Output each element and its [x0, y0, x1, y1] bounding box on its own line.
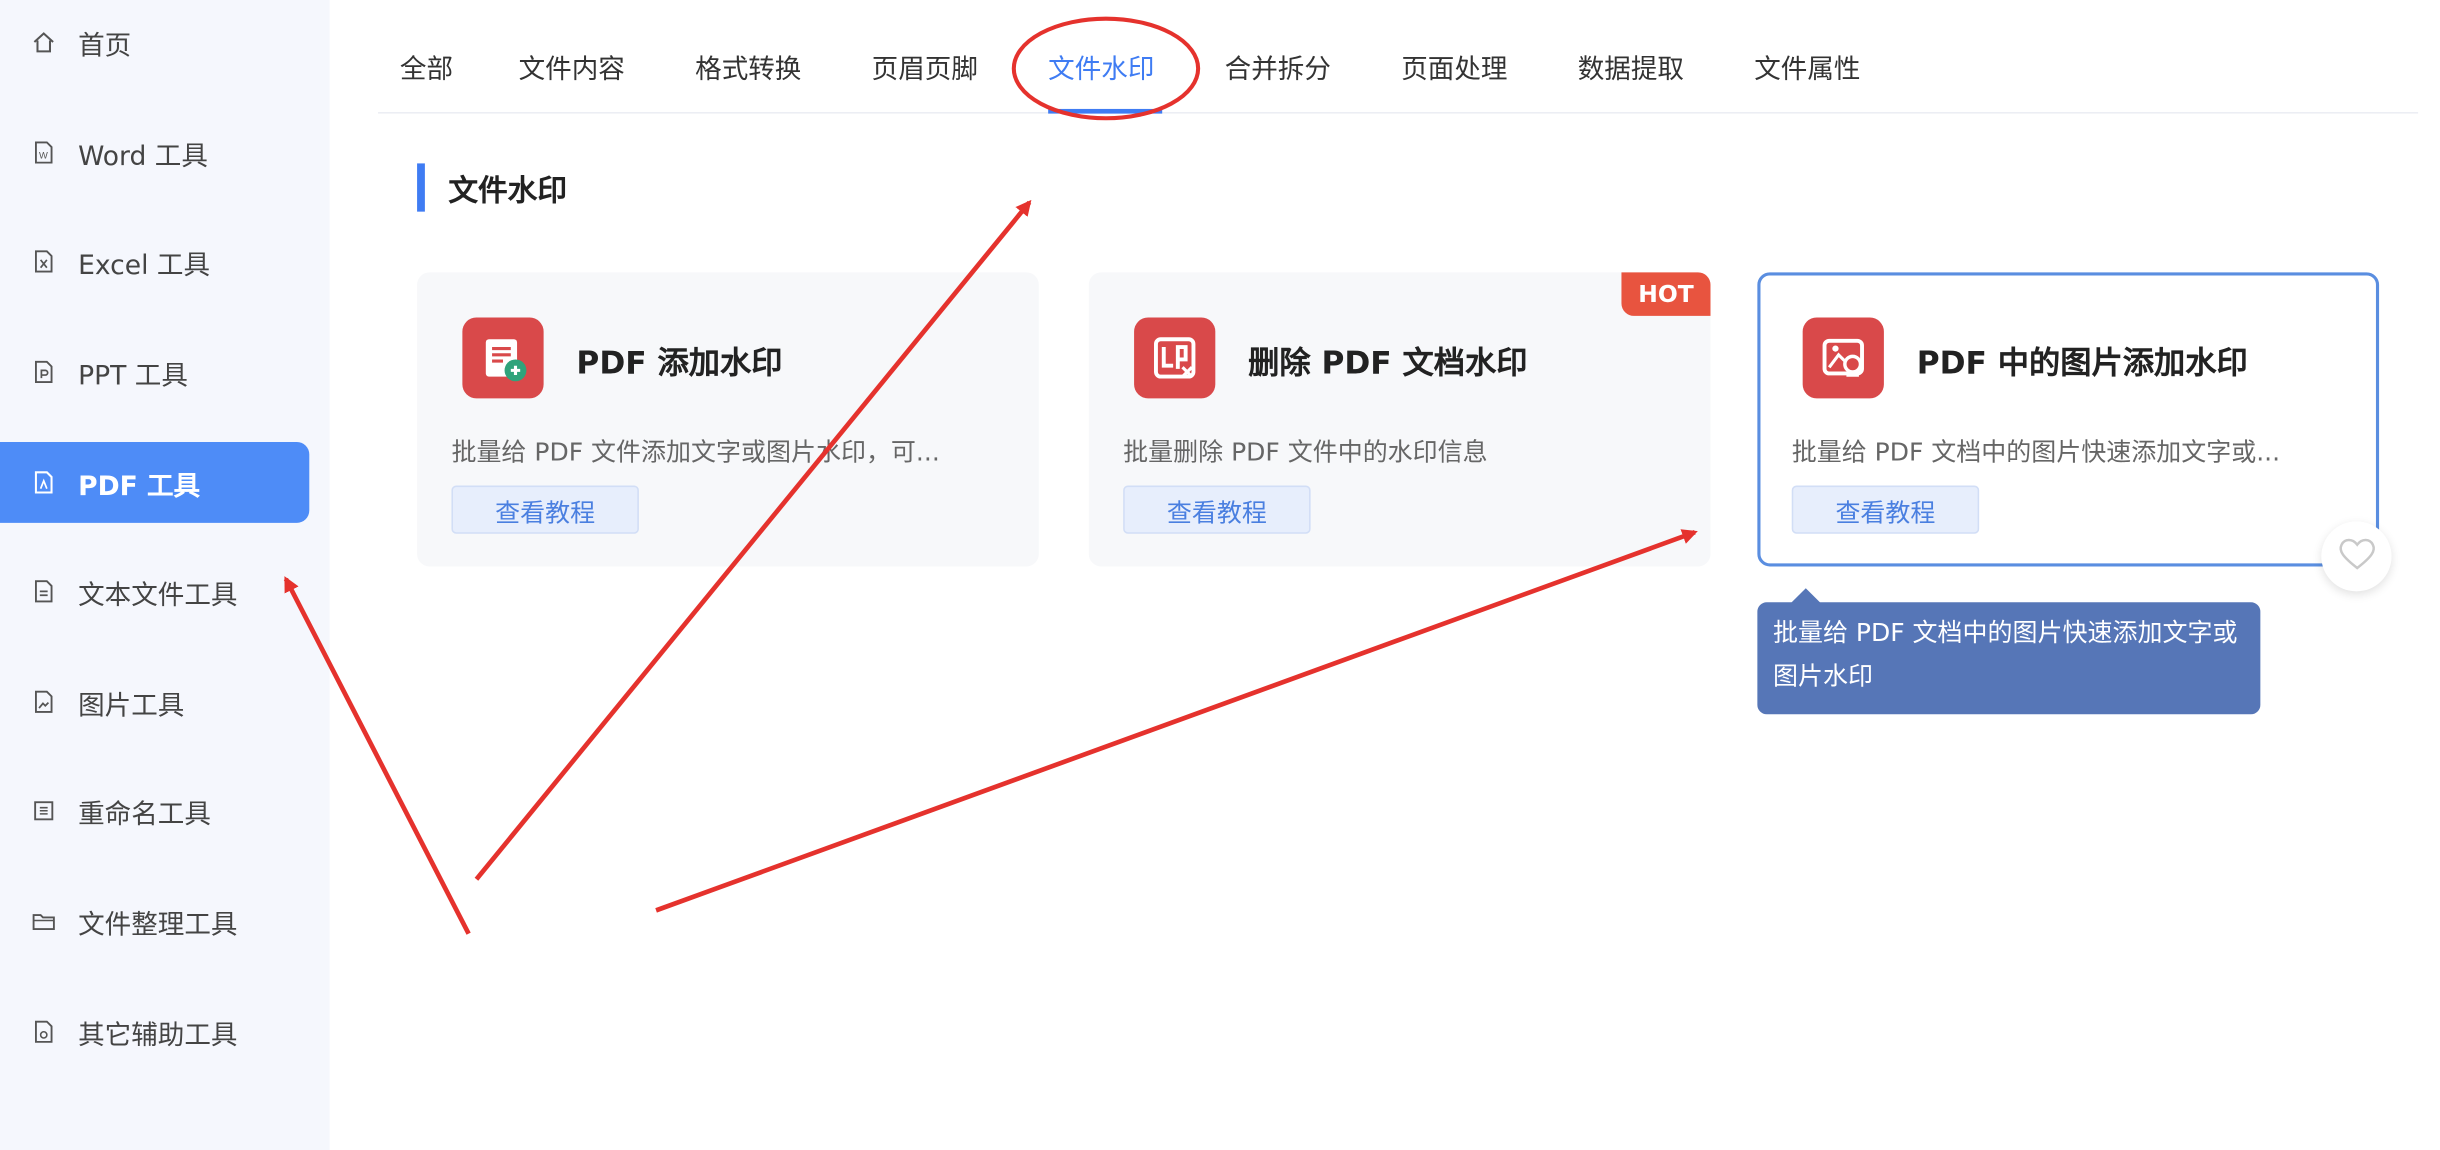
active-tab-underline — [1048, 108, 1163, 114]
sidebar-item-label: PPT 工具 — [78, 360, 188, 392]
tab-format-convert[interactable]: 格式转换 — [695, 47, 801, 85]
sidebar-item-label: PDF 工具 — [78, 470, 201, 502]
annotation-overlay — [283, 16, 1698, 935]
tab-page-process[interactable]: 页面处理 — [1401, 47, 1507, 85]
tool-card-pdf-add-watermark[interactable]: PDF 添加水印 批量给 PDF 文件添加文字或图片水印，可... 查看教程 — [417, 272, 1039, 567]
sidebar-item-organize[interactable]: 文件整理工具 — [0, 881, 309, 962]
tab-header-footer[interactable]: 页眉页脚 — [872, 47, 978, 85]
text-file-icon — [31, 579, 56, 604]
sidebar-item-image[interactable]: 图片工具 — [0, 661, 309, 742]
home-icon — [31, 30, 56, 55]
card-description: 批量给 PDF 文件添加文字或图片水印，可... — [451, 437, 940, 467]
sidebar-item-label: 重命名工具 — [78, 799, 211, 831]
sidebar-item-label: 图片工具 — [78, 690, 185, 722]
excel-file-icon — [31, 249, 56, 274]
card-title: PDF 添加水印 — [576, 343, 783, 382]
rename-icon — [31, 798, 56, 823]
card-title: PDF 中的图片添加水印 — [1916, 343, 2248, 382]
tab-data-extract[interactable]: 数据提取 — [1578, 47, 1684, 85]
hot-badge: HOT — [1621, 272, 1711, 316]
image-watermark-icon — [1802, 317, 1884, 399]
section-accent-bar — [417, 163, 425, 212]
pdf-file-icon — [31, 470, 56, 495]
view-tutorial-button[interactable]: 查看教程 — [1123, 485, 1311, 534]
sidebar-item-text[interactable]: 文本文件工具 — [0, 551, 309, 632]
ppt-file-icon — [31, 359, 56, 384]
sidebar: 首页 W Word 工具 Excel 工具 PPT 工具 PDF 工具 文本文件… — [0, 0, 330, 1150]
view-tutorial-button[interactable]: 查看教程 — [1791, 485, 1980, 534]
tool-card-remove-pdf-watermark[interactable]: 删除 PDF 文档水印 批量删除 PDF 文件中的水印信息 查看教程 — [1088, 272, 1711, 567]
word-file-icon: W — [31, 140, 56, 165]
sidebar-item-label: 首页 — [78, 30, 132, 62]
tools-file-icon — [31, 1019, 56, 1044]
pdf-add-watermark-icon — [462, 317, 544, 399]
app-window: 首页 W Word 工具 Excel 工具 PPT 工具 PDF 工具 文本文件… — [0, 0, 2440, 1150]
sidebar-item-label: 其它辅助工具 — [78, 1020, 238, 1052]
section-title: 文件水印 — [448, 174, 568, 209]
tab-file-content[interactable]: 文件内容 — [519, 47, 625, 85]
sidebar-item-label: Excel 工具 — [78, 249, 211, 281]
card-description: 批量删除 PDF 文件中的水印信息 — [1123, 437, 1488, 467]
sidebar-item-home[interactable]: 首页 — [0, 2, 309, 83]
sidebar-item-other[interactable]: 其它辅助工具 — [0, 991, 309, 1072]
sidebar-item-excel[interactable]: Excel 工具 — [0, 221, 309, 302]
card-description: 批量给 PDF 文档中的图片快速添加文字或... — [1791, 437, 2281, 467]
sidebar-item-word[interactable]: W Word 工具 — [0, 112, 309, 193]
sidebar-item-label: Word 工具 — [78, 140, 208, 172]
remove-watermark-icon — [1134, 317, 1216, 399]
view-tutorial-button[interactable]: 查看教程 — [451, 485, 639, 534]
tab-merge-split[interactable]: 合并拆分 — [1225, 47, 1331, 85]
card-title: 删除 PDF 文档水印 — [1248, 343, 1528, 382]
image-file-icon — [31, 689, 56, 714]
tab-all[interactable]: 全部 — [400, 47, 453, 85]
tooltip: 批量给 PDF 文档中的图片快速添加文字或图片水印 — [1757, 602, 2261, 715]
sidebar-item-ppt[interactable]: PPT 工具 — [0, 331, 309, 412]
favorite-button[interactable] — [2321, 521, 2392, 592]
category-tabs: 全部 文件内容 格式转换 页眉页脚 文件水印 合并拆分 页面处理 数据提取 文件… — [378, 0, 2419, 114]
tool-card-pdf-image-watermark[interactable]: PDF 中的图片添加水印 批量给 PDF 文档中的图片快速添加文字或... 查看… — [1757, 272, 2380, 567]
heart-icon — [2336, 535, 2377, 579]
sidebar-item-rename[interactable]: 重命名工具 — [0, 770, 309, 851]
arrow-to-card — [655, 529, 1698, 913]
sidebar-item-pdf[interactable]: PDF 工具 — [0, 441, 310, 523]
tab-file-watermark[interactable]: 文件水印 — [1048, 47, 1154, 85]
sidebar-item-label: 文件整理工具 — [78, 909, 238, 941]
tab-file-properties[interactable]: 文件属性 — [1754, 47, 1860, 85]
svg-text:W: W — [39, 151, 48, 161]
sidebar-item-label: 文本文件工具 — [78, 579, 238, 611]
folder-icon — [31, 909, 56, 934]
